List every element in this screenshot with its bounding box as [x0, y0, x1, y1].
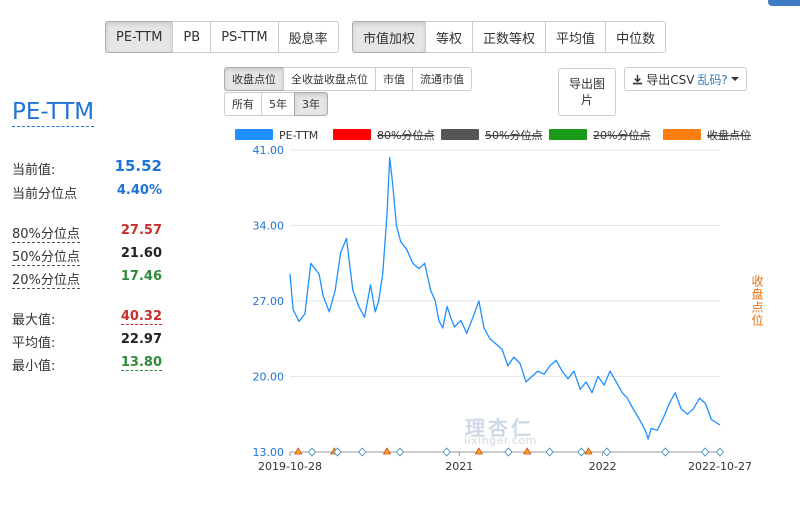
marker-diamond	[307, 447, 317, 457]
y-tick-label: 13.00	[253, 446, 285, 459]
legend-label: PE-TTM	[279, 129, 318, 142]
marker-diamond	[545, 447, 554, 457]
marker-diamond	[661, 447, 670, 457]
legend-swatch	[441, 129, 479, 140]
marker-triangle	[522, 447, 532, 455]
legend-label: 80%分位点	[377, 128, 434, 142]
marker-triangle	[584, 447, 593, 455]
series-line-pe-ttm	[289, 156, 721, 440]
x-tick-label: 2021	[445, 460, 473, 473]
y-tick-label: 27.00	[253, 295, 285, 308]
marker-diamond	[602, 447, 612, 457]
pe-chart: 41.00 34.00 27.00 20.00 13.002019-10-28 2021 2…	[235, 128, 752, 473]
marker-diamond	[395, 447, 405, 457]
legend-swatch	[663, 129, 701, 140]
marker-diamond	[504, 447, 513, 457]
marker-diamond	[700, 447, 710, 457]
marker-diamond	[577, 447, 586, 457]
legend-swatch	[549, 129, 587, 140]
marker-triangle	[294, 447, 303, 455]
x-tick-label: 2022	[589, 460, 617, 473]
marker-diamond	[715, 447, 725, 457]
y-tick-label: 20.00	[253, 371, 285, 384]
y-tick-label: 41.00	[253, 144, 285, 157]
legend-swatch	[235, 129, 273, 140]
marker-triangle	[474, 447, 484, 455]
legend-label: 20%分位点	[593, 128, 650, 142]
legend-swatch	[333, 129, 371, 140]
y-tick-label: 34.00	[253, 220, 285, 233]
watermark-domain: lixinger.com	[464, 434, 537, 447]
marker-diamond	[442, 447, 451, 457]
right-axis-label: 收盘点位	[750, 275, 764, 327]
legend-label: 收盘点位	[707, 128, 751, 142]
x-tick-label: 2019-10-28	[258, 460, 322, 473]
legend-label: 50%分位点	[485, 128, 542, 142]
x-tick-label: 2022-10-27	[688, 460, 752, 473]
marker-triangle	[382, 447, 392, 455]
marker-diamond	[358, 447, 367, 457]
